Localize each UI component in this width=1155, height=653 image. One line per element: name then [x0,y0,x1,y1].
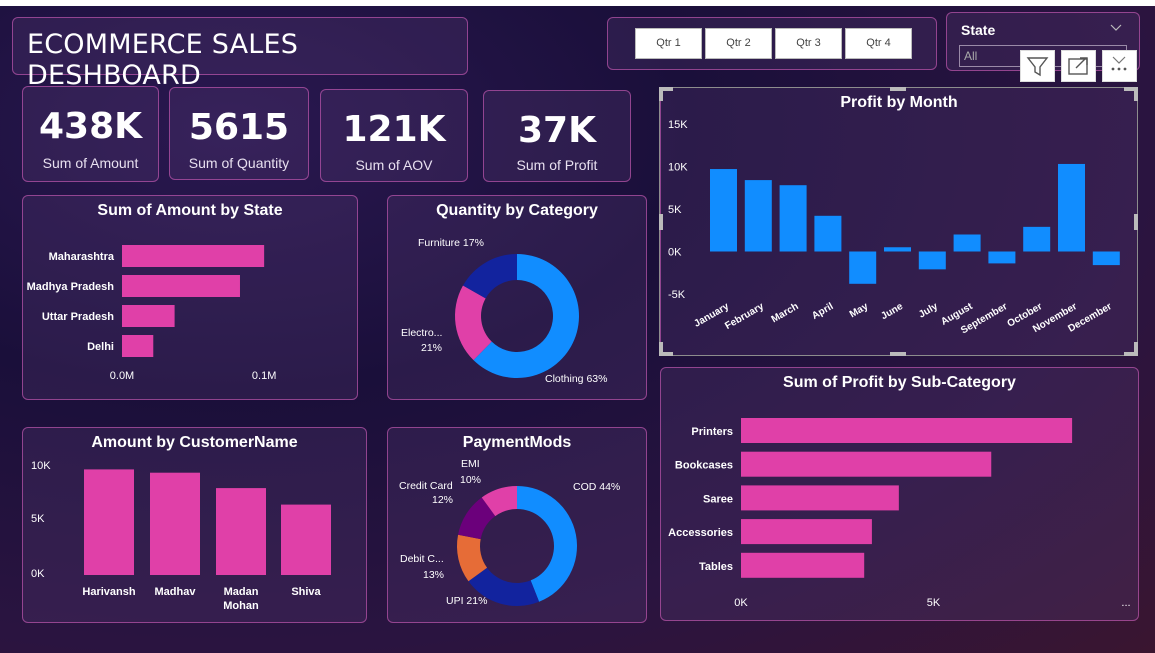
y-tick-label: 5K [31,513,45,525]
kpi-sum-of-profit: 37K Sum of Profit [483,90,631,182]
quarter-slicer: Qtr 1 Qtr 2 Qtr 3 Qtr 4 [607,17,937,70]
amount-by-customer-chart[interactable]: 10K 5K 0K Harivansh Madhav Madan Mohan Shiva [23,458,366,623]
dashboard-title: ECOMMERCE SALES DESHBOARD [27,29,299,91]
bar [122,305,175,327]
kpi-value: 121K [342,109,446,150]
resize-handle[interactable] [1134,342,1138,356]
slice-label: Credit Card [399,480,453,492]
dashboard-title-card: ECOMMERCE SALES DESHBOARD [12,17,468,91]
kpi-value: 438K [38,106,143,147]
filter-icon [1026,57,1049,77]
qtr-4-button[interactable]: Qtr 4 [845,28,912,59]
bar [122,275,240,297]
quantity-by-category-card: Quantity by Category Furniture 17% Electr… [387,195,647,400]
bar [150,472,200,575]
chart-title: Quantity by Category [436,202,598,219]
slice-label: EMI [461,458,480,470]
resize-handle[interactable] [1134,214,1138,230]
bar [741,485,899,511]
filter-button[interactable] [1020,50,1055,82]
bar [741,451,992,477]
kpi-value: 5615 [188,107,290,148]
more-options-icon [1111,56,1127,71]
x-tick-label: 0.0M [110,370,134,382]
slice-label: UPI 21% [446,595,487,607]
profit-by-subcategory-card: Sum of Profit by Sub-Category Printers Bo… [660,367,1139,621]
category-label: Bookcases [675,460,733,472]
resize-handle[interactable] [659,214,663,230]
quantity-by-category-chart[interactable]: Furniture 17% Electro... 21% Clothing 63% [388,228,646,398]
amount-by-customer-card: Amount by CustomerName 10K 5K 0K Harivansh M… [22,427,367,623]
chart-title: Sum of Amount by State [97,202,283,219]
payment-mods-card: PaymentMods COD 44% EMI 10% Credit Card 12% D… [387,427,647,623]
kpi-label: Sum of Profit [516,157,598,173]
category-label: Madhya Pradesh [27,281,115,293]
slice-label: COD 44% [573,481,620,493]
amount-by-state-card: Sum of Amount by State Maharashtra Madhya… [22,195,358,400]
slice-label: Furniture 17% [418,237,484,249]
category-label: Printers [691,426,733,438]
x-tick-label: 5K [927,597,941,609]
resize-handle[interactable] [890,87,906,91]
bar [84,469,134,575]
kpi-sum-of-quantity: 5615 Sum of Quantity [169,87,309,180]
category-label: Madan [224,586,259,598]
category-label: Tables [699,561,733,573]
chart-title: PaymentMods [462,434,572,451]
qtr-1-button[interactable]: Qtr 1 [635,28,702,59]
focus-mode-button[interactable] [1061,50,1096,82]
more-options-button[interactable] [1102,50,1137,82]
qtr-3-button[interactable]: Qtr 3 [775,28,842,59]
category-label: Uttar Pradesh [42,311,114,323]
bar [122,245,265,267]
bar [741,418,1073,443]
kpi-label: Sum of Quantity [188,155,290,171]
category-label: Mohan [223,600,259,612]
category-label: Maharashtra [49,251,115,263]
kpi-value: 37K [518,110,596,151]
chevron-down-icon[interactable] [1109,22,1123,32]
slice-label: Clothing 63% [545,373,607,385]
kpi-sum-of-aov: 121K Sum of AOV [320,89,468,182]
payment-mods-chart[interactable]: COD 44% EMI 10% Credit Card 12% Debit C... 13%… [388,458,646,623]
resize-handle[interactable] [1134,87,1138,101]
amount-by-state-chart[interactable]: Maharashtra Madhya Pradesh Uttar Pradesh De… [23,228,357,398]
chart-title: Amount by CustomerName [91,434,298,451]
selection-frame [659,87,1138,356]
resize-handle[interactable] [659,342,663,356]
x-tick-label: 0.1M [252,370,276,382]
slice-label: Electro... [401,327,442,339]
chart-title: Sum of Profit by Sub-Category [783,374,1016,391]
slice-label: 12% [432,494,453,506]
category-label: Delhi [87,341,114,353]
kpi-label: Sum of AOV [355,157,433,173]
x-tick-label: 0K [734,597,748,609]
category-label: Madhav [155,586,197,598]
slice-label: 13% [423,569,444,581]
qtr-2-button[interactable]: Qtr 2 [705,28,772,59]
slice-label: Debit C... [400,553,444,565]
profit-by-subcategory-chart[interactable]: Printers Bookcases Saree Accessories Tables 0… [661,396,1138,621]
category-label: Shiva [291,586,321,598]
kpi-sum-of-amount: 438K Sum of Amount [22,86,159,182]
bar [216,488,266,575]
focus-mode-icon [1068,57,1088,75]
bar [281,504,331,575]
y-tick-label: 10K [31,460,51,472]
resize-handle[interactable] [890,352,906,356]
slice-label: 21% [421,342,442,354]
slice-label: 10% [460,474,481,486]
bar [122,335,154,357]
bar [741,552,865,578]
kpi-label: Sum of Amount [42,155,139,171]
category-label: Harivansh [82,586,135,598]
y-tick-label: 0K [31,568,45,580]
window-top-edge [0,0,1155,6]
category-label: Saree [703,493,733,505]
resize-handle[interactable] [659,87,663,101]
state-slicer-label: State [961,22,996,38]
more-label: ... [1121,597,1130,609]
category-label: Accessories [668,527,733,539]
bar [741,519,872,545]
